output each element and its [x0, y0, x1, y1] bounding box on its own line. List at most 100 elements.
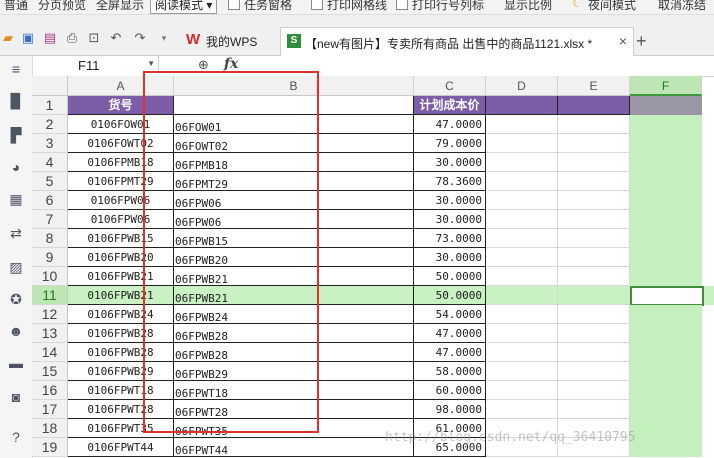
- cell-a[interactable]: 0106FPMB18: [68, 153, 174, 172]
- cell-b[interactable]: 06FPMB18: [174, 153, 414, 172]
- active-cell[interactable]: [630, 286, 704, 306]
- cell-c[interactable]: 47.0000: [414, 115, 486, 134]
- cell-f[interactable]: [630, 400, 702, 419]
- row-header[interactable]: 18: [32, 419, 68, 438]
- users-icon[interactable]: ☻: [7, 322, 25, 340]
- cell-d[interactable]: [486, 267, 558, 286]
- cell-c[interactable]: 30.0000: [414, 191, 486, 210]
- cell-e[interactable]: [558, 96, 630, 115]
- cell-d[interactable]: [486, 362, 558, 381]
- image-icon[interactable]: ▨: [7, 258, 25, 276]
- menu-print-gridlines[interactable]: 打印网格线: [327, 0, 387, 13]
- cell-d[interactable]: [486, 153, 558, 172]
- row-header[interactable]: 2: [32, 115, 68, 134]
- more-dropdown-icon[interactable]: ▾: [156, 30, 172, 46]
- cell-a[interactable]: 0106FPWB21: [68, 286, 174, 305]
- tab-active-file[interactable]: S 【new有图片】专卖所有商品 出售中的商品1121.xlsx * ×: [280, 27, 634, 57]
- row-header[interactable]: 16: [32, 381, 68, 400]
- redo-icon[interactable]: ↷: [132, 30, 148, 46]
- cell-b[interactable]: 06FPWB28: [174, 343, 414, 362]
- cell-f[interactable]: [630, 134, 702, 153]
- cell-f[interactable]: [630, 381, 702, 400]
- cell-a[interactable]: 0106FPWT35: [68, 419, 174, 438]
- cell-d[interactable]: [486, 229, 558, 248]
- column-header-f[interactable]: F: [630, 76, 702, 96]
- shapes-icon[interactable]: ◕: [7, 158, 25, 176]
- cell-d[interactable]: [486, 210, 558, 229]
- row-header[interactable]: 7: [32, 210, 68, 229]
- cell-f[interactable]: [630, 248, 702, 267]
- document-icon[interactable]: ▉: [7, 92, 25, 110]
- cell-a[interactable]: 0106FOWT02: [68, 134, 174, 153]
- cell-f[interactable]: [630, 210, 702, 229]
- chevron-down-icon[interactable]: ▼: [147, 59, 155, 68]
- cell-a[interactable]: 0106FPWB28: [68, 343, 174, 362]
- cell-f[interactable]: [630, 324, 702, 343]
- cell-c[interactable]: 50.0000: [414, 286, 486, 305]
- column-header-e[interactable]: E: [558, 76, 630, 96]
- cell-c[interactable]: 30.0000: [414, 210, 486, 229]
- menu-lines-icon[interactable]: ≡: [7, 60, 25, 78]
- row-header[interactable]: 11: [32, 286, 68, 305]
- name-box[interactable]: F11 ▼: [34, 56, 159, 75]
- cell-f[interactable]: [630, 191, 702, 210]
- cell-e[interactable]: [558, 267, 630, 286]
- cell-c[interactable]: 73.0000: [414, 229, 486, 248]
- cell-e[interactable]: [558, 324, 630, 343]
- cell-a[interactable]: 0106FPWB20: [68, 248, 174, 267]
- cell-b[interactable]: [174, 96, 414, 115]
- cell-f[interactable]: [630, 343, 702, 362]
- column-header-c[interactable]: C: [414, 76, 486, 96]
- menu-task-pane[interactable]: 任务窗格: [244, 0, 292, 13]
- undo-icon[interactable]: ↶: [108, 30, 124, 46]
- cell-d[interactable]: [486, 134, 558, 153]
- cell-e[interactable]: [558, 286, 630, 305]
- row-header[interactable]: 6: [32, 191, 68, 210]
- cell-c[interactable]: 30.0000: [414, 153, 486, 172]
- cell-e[interactable]: [558, 343, 630, 362]
- cell-b[interactable]: 06FPWB28: [174, 324, 414, 343]
- cell-b[interactable]: 06FPWB15: [174, 229, 414, 248]
- cell-e[interactable]: [558, 134, 630, 153]
- row-header[interactable]: 8: [32, 229, 68, 248]
- column-header-a[interactable]: A: [68, 76, 174, 96]
- cell-c[interactable]: 30.0000: [414, 248, 486, 267]
- cell-b[interactable]: 06FOWT02: [174, 134, 414, 153]
- cell-c[interactable]: 50.0000: [414, 267, 486, 286]
- cell-a[interactable]: 0106FPWB28: [68, 324, 174, 343]
- cell-a[interactable]: 货号: [68, 96, 174, 115]
- row-header[interactable]: 9: [32, 248, 68, 267]
- cell-d[interactable]: [486, 400, 558, 419]
- cell-b[interactable]: 06FPWT18: [174, 381, 414, 400]
- magnifier-icon[interactable]: ⊕: [198, 57, 209, 73]
- cell-c[interactable]: 60.0000: [414, 381, 486, 400]
- cell-f[interactable]: [630, 267, 702, 286]
- cell-f[interactable]: [630, 305, 702, 324]
- menu-print-headers[interactable]: 打印行号列标: [412, 0, 484, 13]
- save-icon[interactable]: ▣: [20, 30, 36, 46]
- cell-e[interactable]: [558, 172, 630, 191]
- cell-d[interactable]: [486, 305, 558, 324]
- cell-f[interactable]: [630, 438, 702, 457]
- cell-e[interactable]: [558, 381, 630, 400]
- cell-e[interactable]: [558, 153, 630, 172]
- cell-a[interactable]: 0106FPWB21: [68, 267, 174, 286]
- cell-a[interactable]: 0106FPWB29: [68, 362, 174, 381]
- open-folder-icon[interactable]: ▰: [0, 30, 16, 46]
- menu-night-mode[interactable]: 夜间模式: [588, 0, 636, 13]
- cell-b[interactable]: 06FPWB21: [174, 286, 414, 305]
- close-tab-icon[interactable]: ×: [619, 33, 627, 49]
- cell-f[interactable]: [630, 229, 702, 248]
- menu-page-preview[interactable]: 分页预览: [38, 0, 86, 13]
- slides-icon[interactable]: ▛: [7, 126, 25, 144]
- row-header[interactable]: 14: [32, 343, 68, 362]
- cell-e[interactable]: [558, 115, 630, 134]
- cell-e[interactable]: [558, 248, 630, 267]
- reading-mode-dropdown[interactable]: 阅读模式 ▾: [150, 0, 218, 14]
- cell-e[interactable]: [558, 229, 630, 248]
- cell-b[interactable]: 06FPMT29: [174, 172, 414, 191]
- menu-zoom[interactable]: 显示比例: [504, 0, 552, 13]
- row-header[interactable]: 1: [32, 96, 68, 115]
- column-header-b[interactable]: B: [174, 76, 414, 96]
- cell-b[interactable]: 06FPWB29: [174, 362, 414, 381]
